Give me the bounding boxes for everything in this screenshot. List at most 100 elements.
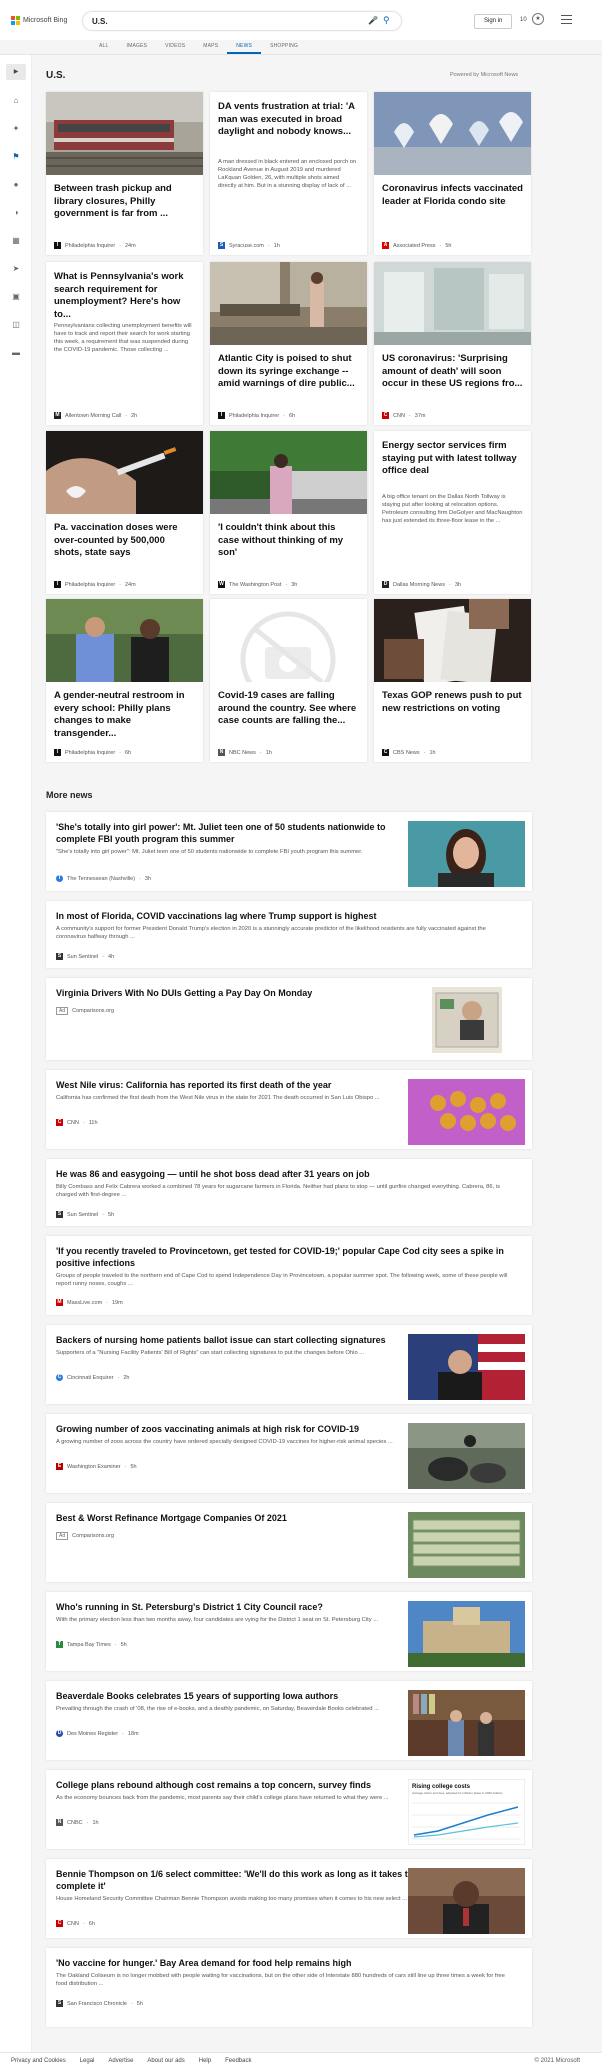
tab-shopping[interactable]: SHOPPING [261,42,307,54]
news-card[interactable]: Atlantic City is poised to shut down its… [210,262,367,425]
hamburger-menu-icon[interactable] [561,15,572,27]
card-source[interactable]: I Philadelphia Inquirer · 6h [54,749,131,756]
item-title[interactable]: Bennie Thompson on 1/6 select committee:… [56,1868,426,1892]
news-list-item[interactable]: Backers of nursing home patients ballot … [46,1325,532,1404]
item-title[interactable]: Growing number of zoos vaccinating anima… [56,1423,426,1435]
item-title[interactable]: 'If you recently traveled to Provincetow… [56,1245,516,1269]
item-title[interactable]: Virginia Drivers With No DUIs Getting a … [56,987,426,999]
card-source[interactable]: C CNN · 37m [382,412,425,419]
news-list-item[interactable]: 'No vaccine for hunger.' Bay Area demand… [46,1948,532,2027]
card-title[interactable]: Between trash pickup and library closure… [54,183,195,221]
news-list-item[interactable]: West Nile virus: California has reported… [46,1070,532,1149]
card-source[interactable]: I Philadelphia Inquirer · 24m [54,242,136,249]
item-source[interactable]: Ad Comparisons.org [56,1532,114,1540]
search-query[interactable]: U.S. [92,17,108,26]
rewards-trophy-icon[interactable]: ★ [532,13,544,25]
item-title[interactable]: Who's running in St. Petersburg's Distri… [56,1601,426,1613]
ad-list-item[interactable]: Best & Worst Refinance Mortgage Companie… [46,1503,532,1582]
card-source[interactable]: I Philadelphia Inquirer · 6h [218,412,295,419]
news-card[interactable]: What is Pennsylvania's work search requi… [46,262,203,425]
item-source[interactable]: C Cincinnati Enquirer · 2h [56,1374,129,1381]
powered-by[interactable]: Powered by Microsoft News [450,72,518,78]
news-list-item[interactable]: Growing number of zoos vaccinating anima… [46,1414,532,1493]
item-source[interactable]: N CNBC · 1h [56,1819,99,1826]
item-source[interactable]: M MassLive.com · 19m [56,1299,123,1306]
footer-link-help[interactable]: Help [199,2058,211,2064]
news-list-item[interactable]: Who's running in St. Petersburg's Distri… [46,1592,532,1671]
item-source[interactable]: T The Tennessean (Nashville) · 3h [56,875,151,882]
news-card[interactable]: Energy sector services firm staying put … [374,431,531,594]
world-icon[interactable]: ◑ [10,207,22,219]
news-card[interactable]: Pa. vaccination doses were over-counted … [46,431,203,594]
item-source[interactable]: S San Francisco Chronicle · 5h [56,2000,143,2007]
card-source[interactable]: D Dallas Morning News · 3h [382,581,461,588]
item-title[interactable]: 'No vaccine for hunger.' Bay Area demand… [56,1957,516,1969]
item-source[interactable]: C CNN · 6h [56,1920,95,1927]
entertainment-icon[interactable]: ▬ [10,347,22,359]
card-source[interactable]: C CBS News · 1h [382,749,436,756]
card-title[interactable]: Coronavirus infects vaccinated leader at… [382,183,523,208]
item-title[interactable]: West Nile virus: California has reported… [56,1079,426,1091]
footer-link-legal[interactable]: Legal [80,2058,95,2064]
tab-news[interactable]: NEWS [227,42,262,54]
search-icon[interactable]: ⚲ [383,15,390,26]
item-source[interactable]: S Sun Sentinel · 4h [56,953,114,960]
card-title[interactable]: Covid-19 cases are falling around the co… [218,690,359,728]
card-source[interactable]: I Philadelphia Inquirer · 24m [54,581,136,588]
rewards-count[interactable]: 10 [520,17,527,23]
footer-link-feedback[interactable]: Feedback [225,2058,251,2064]
discover-icon[interactable]: ✦ [10,123,22,135]
item-title[interactable]: Beaverdale Books celebrates 15 years of … [56,1690,426,1702]
ad-list-item[interactable]: Virginia Drivers With No DUIs Getting a … [46,978,532,1060]
item-source[interactable]: T Tampa Bay Times · 5h [56,1641,127,1648]
home-icon[interactable]: ⌂ [10,95,22,107]
news-list-item[interactable]: Bennie Thompson on 1/6 select committee:… [46,1859,532,1938]
card-title[interactable]: What is Pennsylvania's work search requi… [54,271,195,321]
card-title[interactable]: Atlantic City is poised to shut down its… [218,353,359,391]
item-source[interactable]: D Des Moines Register · 18m [56,1730,139,1737]
item-title[interactable]: He was 86 and easygoing — until he shot … [56,1168,426,1180]
tab-videos[interactable]: VIDEOS [156,42,194,54]
news-list-item[interactable]: Beaverdale Books celebrates 15 years of … [46,1681,532,1760]
card-source[interactable]: S Syracuse.com · 1h [218,242,280,249]
item-title[interactable]: Backers of nursing home patients ballot … [56,1334,426,1346]
technology-icon[interactable]: ▣ [10,291,22,303]
card-title[interactable]: US coronavirus: 'Surprising amount of de… [382,353,523,391]
item-title[interactable]: 'She's totally into girl power': Mt. Jul… [56,821,426,845]
news-card[interactable]: A gender-neutral restroom in every schoo… [46,599,203,762]
item-source[interactable]: E Washington Examiner · 5h [56,1463,137,1470]
footer-link-about-ads[interactable]: About our ads [147,2058,184,2064]
news-card[interactable]: 'I couldn't think about this case withou… [210,431,367,594]
tab-images[interactable]: IMAGES [118,42,157,54]
card-title[interactable]: Energy sector services firm staying put … [382,440,523,478]
item-title[interactable]: Best & Worst Refinance Mortgage Companie… [56,1512,426,1524]
tab-maps[interactable]: MAPS [194,42,227,54]
card-source[interactable]: M Allentown Morning Call · 2h [54,412,137,419]
card-title[interactable]: Pa. vaccination doses were over-counted … [54,522,195,560]
item-source[interactable]: C CNN · 11h [56,1119,98,1126]
news-card[interactable]: Coronavirus infects vaccinated leader at… [374,92,531,255]
card-title[interactable]: Texas GOP renews push to put new restric… [382,690,523,715]
item-source[interactable]: Ad Comparisons.org [56,1007,114,1015]
news-card[interactable]: Texas GOP renews push to put new restric… [374,599,531,762]
footer-link-privacy[interactable]: Privacy and Cookies [11,2058,66,2064]
card-title[interactable]: DA vents frustration at trial: 'A man wa… [218,101,359,139]
microphone-icon[interactable]: 🎤 [368,16,378,25]
bing-logo[interactable]: Microsoft Bing [11,16,67,25]
news-card[interactable]: Between trash pickup and library closure… [46,92,203,255]
card-source[interactable]: N NBC News · 1h [218,749,272,756]
card-source[interactable]: A Associated Press · 5h [382,242,451,249]
card-source[interactable]: W The Washington Post · 3h [218,581,297,588]
tab-all[interactable]: ALL [90,42,118,54]
card-title[interactable]: A gender-neutral restroom in every schoo… [54,690,195,740]
footer-link-advertise[interactable]: Advertise [108,2058,133,2064]
news-list-item[interactable]: 'She's totally into girl power': Mt. Jul… [46,812,532,891]
business-icon[interactable]: ◫ [10,319,22,331]
news-list-item[interactable]: In most of Florida, COVID vaccinations l… [46,901,532,968]
news-card[interactable]: Covid-19 cases are falling around the co… [210,599,367,762]
news-card[interactable]: DA vents frustration at trial: 'A man wa… [210,92,367,255]
search-input[interactable]: U.S. 🎤 ⚲ [82,11,402,31]
science-icon[interactable]: ➤ [10,263,22,275]
news-list-item[interactable]: 'If you recently traveled to Provincetow… [46,1236,532,1315]
news-list-item[interactable]: College plans rebound although cost rema… [46,1770,532,1849]
